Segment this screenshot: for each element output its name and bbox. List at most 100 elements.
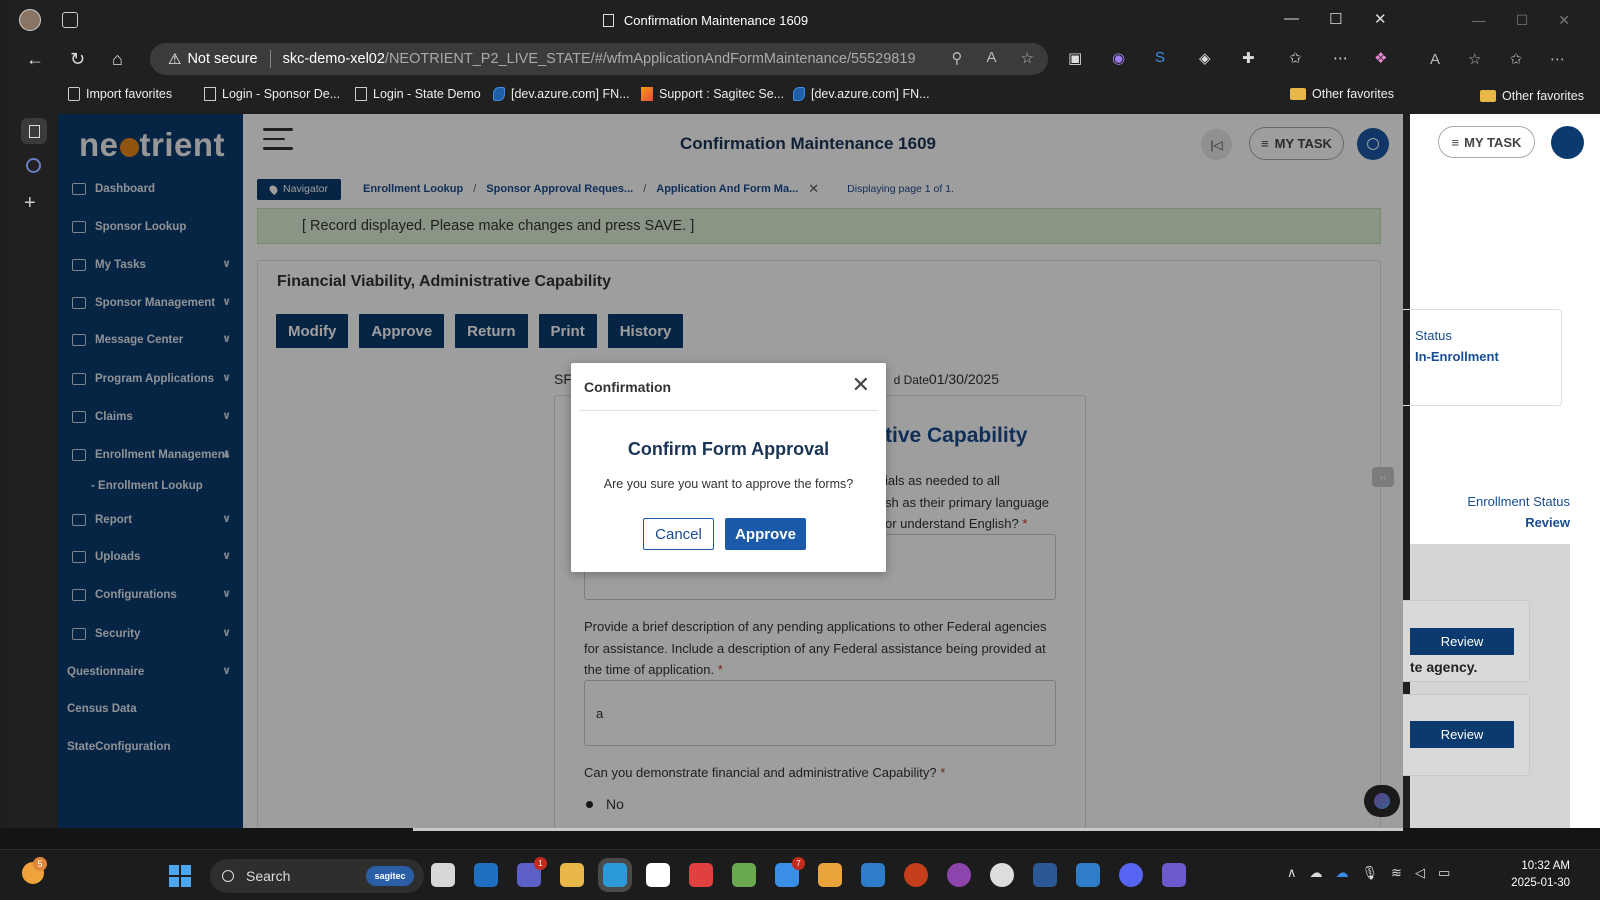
folder-icon	[1290, 88, 1306, 100]
zoom-icon[interactable]: ⚲	[952, 49, 963, 67]
url-host: skc-demo-xel02	[282, 51, 385, 67]
read-aloud-icon[interactable]: A	[1430, 51, 1440, 68]
close-icon[interactable]: ✕	[1374, 10, 1387, 28]
scrollbar-thumb[interactable]	[413, 828, 1403, 831]
warning-icon: ⚠	[168, 51, 182, 68]
bg-other-favorites[interactable]: Other favorites	[1410, 78, 1600, 114]
more-icon[interactable]: ⋯	[1333, 49, 1348, 67]
favorite-import[interactable]: Import favorites	[68, 87, 172, 101]
search-extension-icon[interactable]: ◉	[1112, 49, 1125, 67]
todo-icon[interactable]: 7	[775, 857, 805, 887]
status-value: In-Enrollment	[1415, 349, 1499, 364]
bg-review-button[interactable]: Review	[1410, 721, 1514, 748]
close-icon[interactable]: ✕	[1558, 12, 1570, 29]
favorite-azure-2[interactable]: [dev.azure.com] FN...	[793, 87, 930, 101]
favorites-icon[interactable]: ✩	[1289, 49, 1302, 67]
maximize-icon[interactable]: ☐	[1516, 12, 1529, 29]
powershell-icon[interactable]	[1033, 863, 1057, 887]
notepad-icon[interactable]	[1076, 863, 1100, 887]
background-browser-window: — ☐ ✕ A ☆ ✩ ⋯ Other favorites ≡ MY TASK S…	[1400, 0, 1600, 849]
powerpoint-icon[interactable]	[904, 863, 928, 887]
network-status-icon[interactable]: ☁	[1310, 865, 1323, 881]
bg-status-card: Status In-Enrollment	[1400, 309, 1562, 406]
puzzle-extensions-icon[interactable]: ✚	[1242, 49, 1255, 67]
web-page: ne trient Dashboard Sponsor Lookup My Tas…	[58, 114, 1403, 828]
page-icon	[602, 13, 614, 27]
refresh-icon[interactable]: ↻	[70, 48, 85, 70]
bg-review-button[interactable]: Review	[1410, 628, 1514, 655]
copilot-icon[interactable]: ❖	[1374, 49, 1387, 67]
enrollment-status-value: Review	[1525, 515, 1570, 530]
notes-app-icon[interactable]	[732, 863, 756, 887]
outlook-icon[interactable]	[474, 863, 498, 887]
more-icon[interactable]: ⋯	[1550, 50, 1565, 68]
battery-icon[interactable]: ▭	[1438, 865, 1450, 881]
wifi-icon[interactable]: ≋	[1391, 865, 1402, 881]
browser-window: Confirmation Maintenance 1609 — ☐ ✕ ← ↻ …	[8, 0, 1403, 828]
windows-start-icon[interactable]	[169, 865, 191, 887]
weather-widget-icon[interactable]: 5	[22, 857, 47, 884]
page-icon	[204, 87, 216, 101]
tab-page-icon[interactable]	[21, 118, 47, 144]
layers-extension-icon[interactable]: ◈	[1199, 49, 1211, 67]
s-extension-icon[interactable]: S	[1155, 49, 1165, 66]
horizontal-scrollbar[interactable]	[0, 828, 1600, 849]
azure-icon	[793, 87, 805, 101]
dialog-header: Confirmation	[579, 363, 878, 411]
back-arrow-icon[interactable]: ←	[26, 48, 44, 70]
enrollment-status-label: Enrollment Status	[1467, 494, 1570, 509]
bg-gray-panel: Review Review	[1400, 544, 1570, 831]
teams-icon[interactable]: 1	[517, 857, 547, 887]
close-icon[interactable]: ✕	[852, 374, 870, 396]
favorite-azure-1[interactable]: [dev.azure.com] FN...	[493, 87, 630, 101]
bg-my-task-button[interactable]: ≡ MY TASK	[1438, 126, 1535, 158]
title-bar: Confirmation Maintenance 1609 — ☐ ✕	[8, 0, 1403, 40]
favorite-login-sponsor[interactable]: Login - Sponsor De...	[204, 87, 340, 101]
chrome-icon[interactable]	[990, 863, 1014, 887]
wallet-app-icon[interactable]	[818, 863, 842, 887]
system-tray: ∧ ☁ ☁ 🎙 ≋ ◁ ▭	[1287, 865, 1450, 881]
cancel-button[interactable]: Cancel	[643, 518, 714, 550]
favorite-support-sagitec[interactable]: Support : Sagitec Se...	[641, 87, 784, 101]
minimize-icon[interactable]: —	[1472, 12, 1486, 28]
divider	[269, 50, 271, 68]
bg-avatar[interactable]	[1551, 126, 1584, 159]
weather-badge: 5	[33, 857, 47, 871]
favorite-star-icon[interactable]: ☆	[1468, 50, 1481, 68]
confirm-approve-button[interactable]: Approve	[725, 518, 806, 550]
plus-icon[interactable]: +	[24, 192, 36, 215]
onedrive-icon[interactable]: ☁	[1336, 865, 1349, 881]
minimize-icon[interactable]: —	[1284, 10, 1299, 27]
favorite-login-state[interactable]: Login - State Demo	[355, 87, 481, 101]
vivaldi-icon[interactable]	[689, 863, 713, 887]
confirmation-dialog: Confirmation ✕ Confirm Form Approval Are…	[571, 363, 886, 572]
search-app-icon[interactable]	[1162, 863, 1186, 887]
edge-browser-icon[interactable]	[603, 863, 627, 887]
bg-enrollment-status: Enrollment Status Review	[1467, 494, 1570, 530]
windows-taskbar: 5 Search sagitec 1 7 ∧ ☁ ☁ 🎙 ≋ ◁ ▭ 10:32…	[0, 849, 1600, 900]
dialog-title: Confirm Form Approval	[627, 439, 830, 459]
search-sidebar-icon[interactable]	[26, 158, 41, 173]
read-aloud-icon[interactable]: A	[987, 49, 997, 67]
task-view-icon[interactable]	[431, 863, 455, 887]
sagitec-app-icon[interactable]	[646, 863, 670, 887]
extension-icon[interactable]: ▣	[1068, 49, 1082, 67]
maximize-icon[interactable]: ☐	[1329, 10, 1342, 28]
file-explorer-icon[interactable]	[560, 863, 584, 887]
home-icon[interactable]: ⌂	[112, 48, 123, 70]
other-favorites[interactable]: Other favorites	[1290, 87, 1394, 101]
system-clock[interactable]: 10:32 AM 2025-01-30	[1490, 858, 1570, 892]
favorites-icon[interactable]: ✩	[1509, 50, 1522, 68]
media-app-icon[interactable]	[947, 863, 971, 887]
volume-icon[interactable]: ◁	[1415, 865, 1425, 881]
photos-app-icon[interactable]	[861, 863, 885, 887]
page-icon	[355, 87, 367, 101]
folder-icon	[1480, 90, 1496, 102]
favorite-star-icon[interactable]: ☆	[1021, 49, 1034, 67]
taskbar-search[interactable]: Search sagitec	[210, 859, 424, 893]
address-bar[interactable]: ⚠ Not secure skc-demo-xel02 /NEOTRIENT_P…	[150, 43, 1048, 75]
chevron-up-icon[interactable]: ∧	[1287, 865, 1297, 881]
azure-icon	[493, 87, 505, 101]
microphone-icon[interactable]: 🎙	[1362, 865, 1379, 881]
app-circle-icon[interactable]	[1119, 863, 1143, 887]
